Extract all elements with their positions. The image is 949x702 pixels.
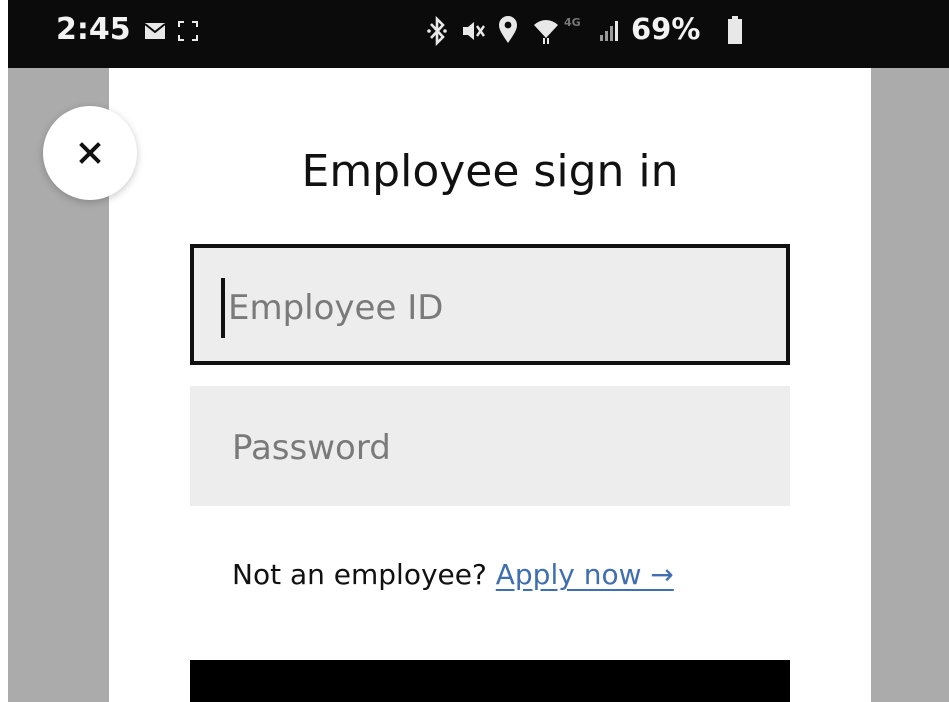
employee-id-field[interactable]: Employee ID (190, 244, 790, 365)
sign-in-button[interactable] (190, 660, 790, 702)
apply-prompt-text: Not an employee? (232, 558, 487, 591)
apply-now-link[interactable]: Apply now → (496, 558, 674, 591)
mute-icon (463, 22, 485, 40)
wifi-icon (534, 20, 558, 44)
close-icon (79, 142, 101, 164)
screenshot-icon (178, 21, 198, 41)
page-title: Employee sign in (301, 146, 679, 197)
mail-icon (144, 23, 166, 39)
bluetooth-icon (427, 16, 447, 46)
battery-percent: 69% (631, 12, 701, 46)
battery-icon (728, 16, 742, 44)
status-time: 2:45 (56, 12, 131, 47)
status-bar: 2:45 4G 69% (8, 0, 949, 68)
apply-prompt-row: Not an employee? Apply now → (232, 558, 674, 591)
location-icon (499, 16, 517, 43)
backdrop-overlay-right[interactable] (871, 68, 949, 702)
password-field[interactable]: Password (190, 386, 790, 506)
lte-icon: 4G (564, 16, 581, 29)
signal-icon (600, 21, 618, 41)
employee-id-placeholder: Employee ID (228, 288, 444, 328)
text-cursor (221, 278, 225, 338)
password-placeholder: Password (232, 428, 391, 468)
